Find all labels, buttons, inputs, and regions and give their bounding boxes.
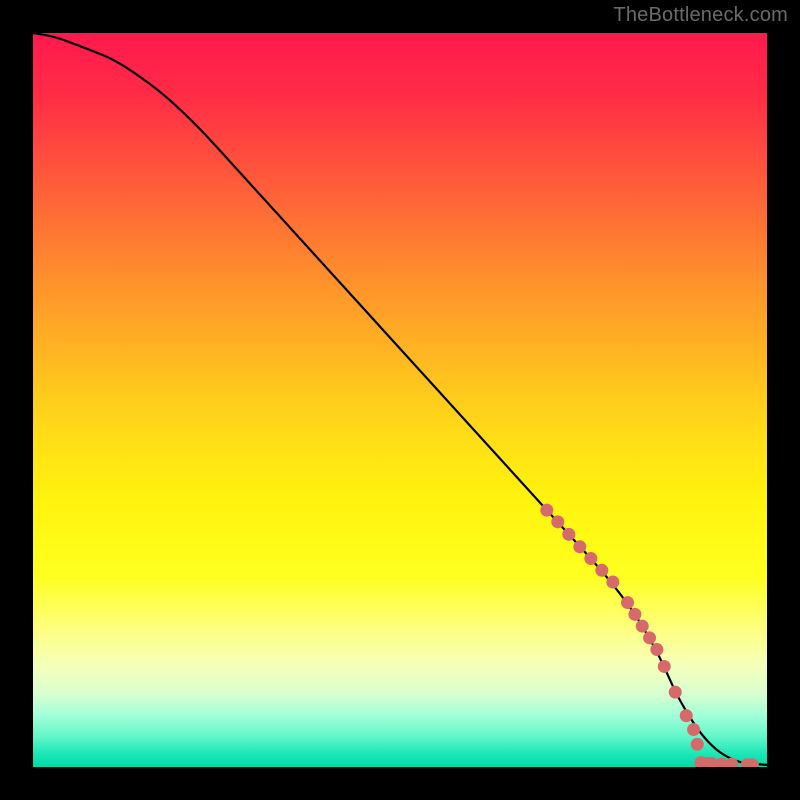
data-marker	[725, 758, 738, 767]
markers-group	[540, 504, 759, 767]
data-marker	[669, 686, 682, 699]
data-marker	[650, 643, 663, 656]
data-marker	[584, 552, 597, 565]
data-marker	[562, 528, 575, 541]
data-marker	[658, 660, 671, 673]
data-marker	[628, 608, 641, 621]
data-marker	[691, 738, 704, 751]
data-marker	[680, 709, 693, 722]
chart-plot-area	[33, 33, 767, 767]
watermark-label: TheBottleneck.com	[613, 4, 788, 27]
data-marker	[643, 631, 656, 644]
data-marker	[621, 596, 634, 609]
data-marker	[606, 576, 619, 589]
chart-frame: TheBottleneck.com	[0, 0, 800, 800]
chart-svg	[33, 33, 767, 767]
data-marker	[595, 564, 608, 577]
data-marker	[687, 723, 700, 736]
data-marker	[636, 620, 649, 633]
data-marker	[540, 504, 553, 517]
data-marker	[573, 540, 586, 553]
data-marker	[551, 515, 564, 528]
